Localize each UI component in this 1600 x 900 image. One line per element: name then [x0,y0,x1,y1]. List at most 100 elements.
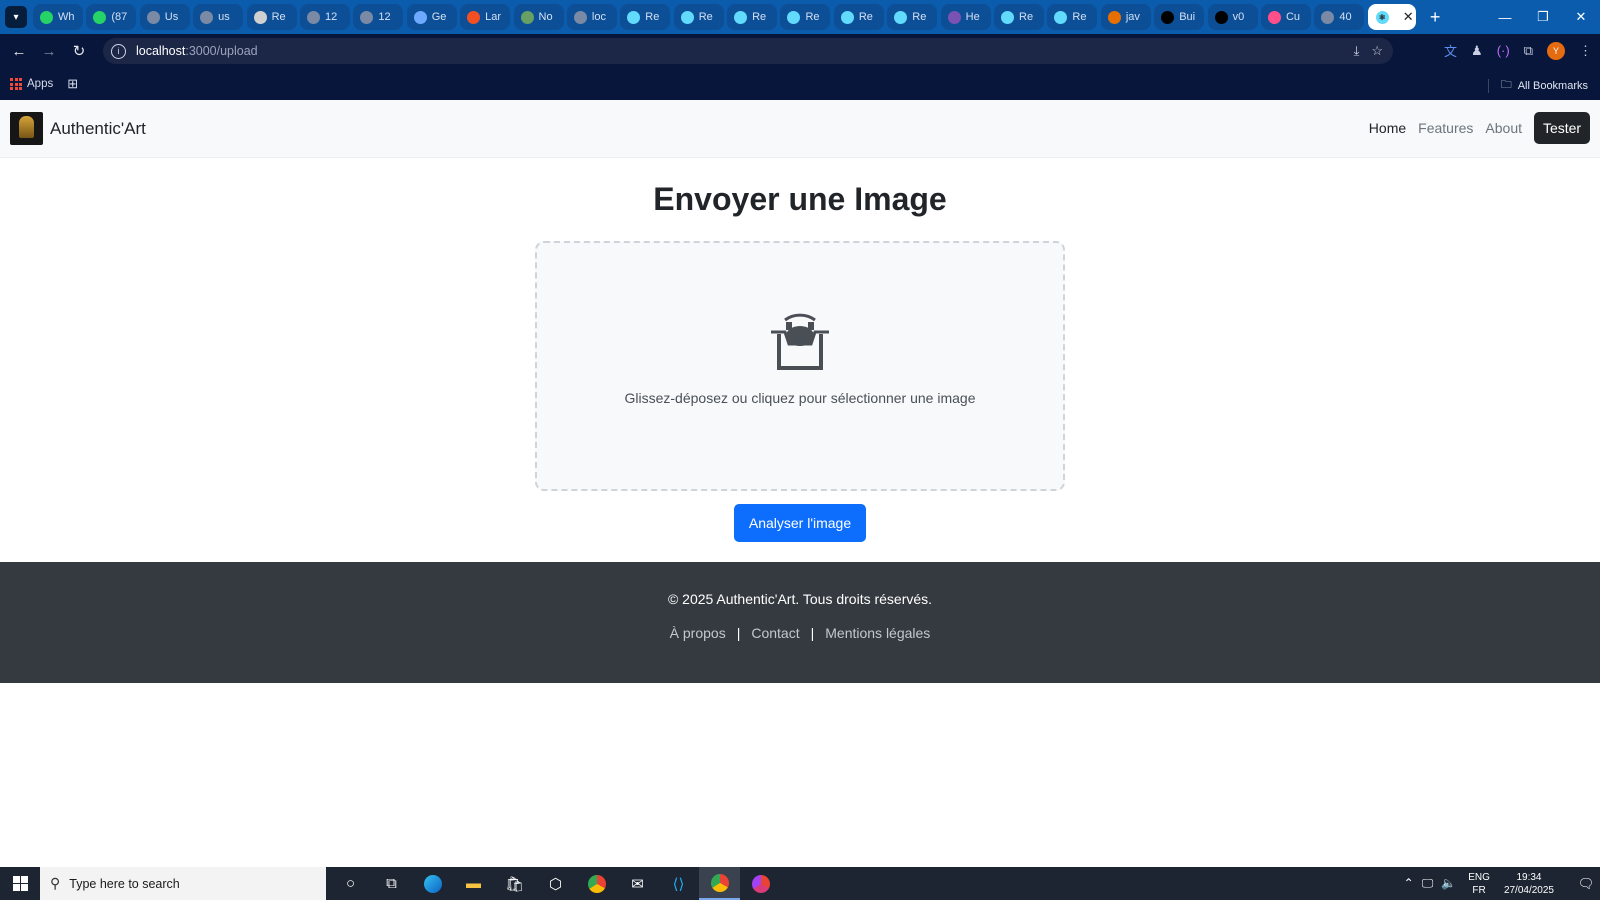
extension-icon[interactable]: (·) [1497,43,1510,58]
react-icon [734,10,748,24]
site-navbar: Authentic'Art Home Features About Tester [0,100,1600,158]
globe-icon [146,10,160,24]
mail-icon[interactable]: ✉ [617,867,658,900]
browser-tab[interactable]: (87 [86,4,137,30]
extension-icon[interactable]: ♟ [1471,43,1483,59]
lang-layout: FR [1472,884,1486,896]
restore-icon[interactable]: ❐ [1524,0,1562,34]
browser-tab[interactable]: Ge [406,4,457,30]
browser-tab[interactable]: 12 [353,4,404,30]
notifications-icon[interactable]: 🗨 [1572,876,1600,892]
chrome-icon[interactable] [576,867,617,900]
tray-expand-icon[interactable]: ⌃ [1404,876,1414,891]
close-tab-icon[interactable]: ✕ [1403,9,1414,25]
browser-tab[interactable]: 40 [1314,4,1365,30]
clock-time: 19:34 [1516,871,1542,883]
search-icon: ⚲ [50,875,61,891]
minimize-icon[interactable]: — [1486,0,1524,34]
browser-tab[interactable]: Us [139,4,190,30]
tab-title: Lar [485,11,502,23]
nav-features[interactable]: Features [1418,120,1473,136]
browser-tab[interactable]: Re [780,4,831,30]
whatsapp-icon [40,10,53,24]
start-button[interactable] [0,867,40,900]
app-icon[interactable]: ⬡ [535,867,576,900]
nav-home[interactable]: Home [1369,120,1406,136]
edge-icon[interactable] [412,867,453,900]
browser-tab[interactable]: Wh [33,4,83,30]
store-icon[interactable]: 🛍 [494,867,535,900]
taskbar-search[interactable]: ⚲ Type here to search [40,867,326,900]
cortana-icon[interactable]: ○ [330,867,371,900]
reload-icon[interactable]: ↻ [64,36,94,66]
vscode-icon[interactable]: ⟨⟩ [658,867,699,900]
tab-groups-icon[interactable]: ⊞ [67,76,78,92]
browser-tab[interactable]: Re [620,4,671,30]
footer-link-legal[interactable]: Mentions légales [825,625,930,641]
nav-about[interactable]: About [1485,120,1522,136]
tab-title: 12 [324,11,338,23]
globe-icon [200,10,214,24]
footer-link-about[interactable]: À propos [670,625,726,641]
browser-tab[interactable]: Re [1047,4,1098,30]
tab-title: Re [698,11,713,23]
browser-tab[interactable]: us [193,4,244,30]
tab-title: us [218,11,230,23]
browser-tab[interactable]: Re [673,4,724,30]
tester-button[interactable]: Tester [1534,112,1590,144]
browser-tab[interactable]: Re [994,4,1045,30]
bookmark-star-icon[interactable]: ☆ [1371,43,1383,59]
tab-title: Bui [1179,11,1196,23]
chrome-running-icon[interactable] [699,867,740,900]
language-indicator[interactable]: ENG FR [1468,871,1490,897]
profile-avatar[interactable]: Y [1547,41,1565,60]
menu-icon[interactable]: ⋮ [1579,43,1592,59]
browser-tab[interactable]: v0 [1207,4,1258,30]
copyright-text: © 2025 Authentic'Art. Tous droits réserv… [667,591,933,607]
tab-title: Re [645,11,660,23]
url-path: :3000/upload [185,44,258,58]
task-view-icon[interactable]: ⧉ [371,867,412,900]
brand-name[interactable]: Authentic'Art [50,119,146,139]
translate-icon[interactable]: 文 [1444,41,1457,60]
close-window-icon[interactable]: ✕ [1562,0,1600,34]
new-tab-button[interactable]: + [1422,4,1448,30]
clock[interactable]: 19:34 27/04/2025 [1504,871,1554,897]
window-controls: — ❐ ✕ [1486,0,1600,34]
all-bookmarks[interactable]: 🗀 All Bookmarks [1487,76,1588,95]
analyze-image-button[interactable]: Analyser l'image [734,504,866,542]
site-info-icon[interactable]: i [111,43,126,59]
chrome-profile-icon[interactable] [740,867,781,900]
browser-tab[interactable]: Re [887,4,938,30]
browser-tab[interactable]: jav [1100,4,1151,30]
apps-shortcut[interactable]: Apps [10,78,53,90]
inbox-upload-icon [771,313,829,370]
browser-tab[interactable]: Re [833,4,884,30]
tab-active[interactable]: ⚛ ✕ [1367,4,1416,30]
browser-tab[interactable]: loc [566,4,617,30]
browser-tab[interactable]: Lar [460,4,511,30]
image-dropzone[interactable]: Glissez-déposez ou cliquez pour sélectio… [535,241,1065,491]
install-app-icon[interactable]: ⤓ [1354,43,1360,59]
address-bar[interactable]: i localhost:3000/upload ⤓ ☆ [103,38,1393,64]
gemini-icon [413,10,427,24]
browser-tab[interactable]: He [940,4,991,30]
lang-code: ENG [1468,871,1490,883]
forward-icon[interactable]: → [34,36,64,66]
volume-icon[interactable]: 🔈 [1441,876,1456,891]
footer-link-contact[interactable]: Contact [751,625,799,641]
file-explorer-icon[interactable]: ▬ [453,867,494,900]
browser-tab[interactable]: Re [727,4,778,30]
back-icon[interactable]: ← [4,36,34,66]
browser-tab[interactable]: Cu [1260,4,1311,30]
chart-icon [1267,10,1281,24]
brand-logo[interactable] [10,112,43,145]
browser-tab[interactable]: No [513,4,564,30]
puzzle-icon[interactable]: ⧉ [1524,43,1533,59]
browser-tab[interactable]: Re [246,4,297,30]
tab-search-button[interactable]: ▾ [5,6,27,28]
taskbar-search-placeholder: Type here to search [69,876,180,891]
browser-tab[interactable]: 12 [299,4,350,30]
network-icon[interactable]: 🖵 [1422,876,1434,891]
browser-tab[interactable]: Bui [1154,4,1205,30]
